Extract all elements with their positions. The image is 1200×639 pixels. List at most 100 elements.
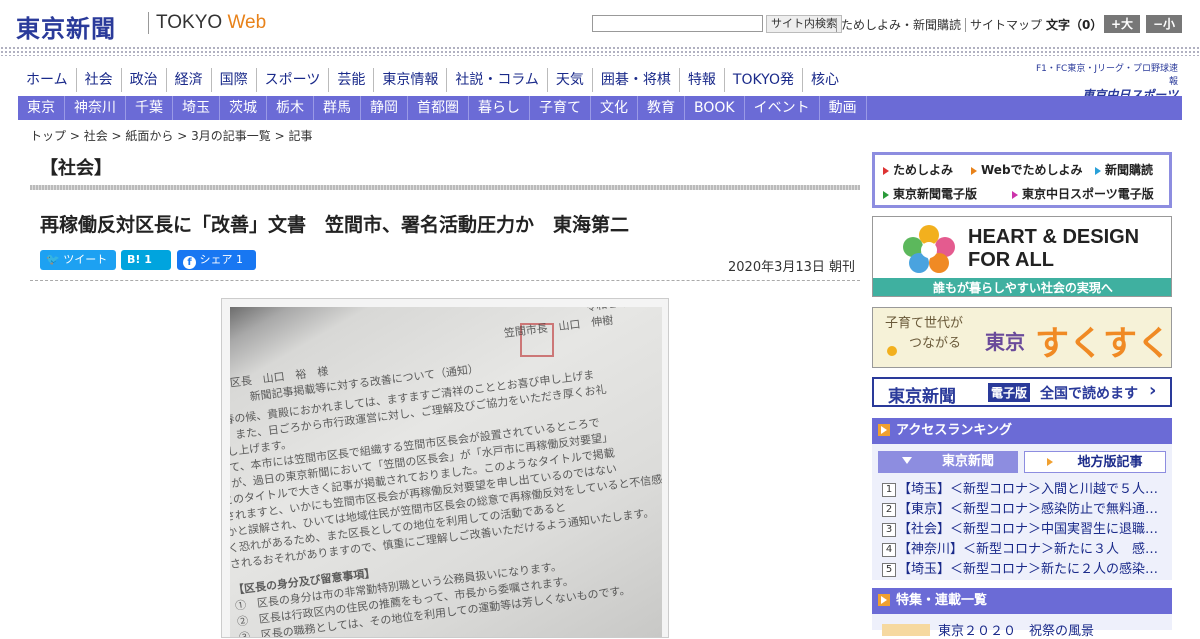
region-item-kosodate[interactable]: 子育て [530, 96, 591, 120]
nav-item-go-shogi[interactable]: 囲碁・将棋 [591, 68, 679, 92]
nav-item-weather[interactable]: 天気 [546, 68, 592, 92]
ranking-list: 1 【埼玉】＜新型コロナ＞入間と川越で５人… 2 【東京】＜新型コロナ＞感染防止で無… [882, 480, 1168, 580]
heart-design-caption: 誰もが暮らしやすい社会の実現へ [873, 278, 1171, 296]
site-header: 東京新聞 TOKYO Web サイト内検索 ためしよみ・新聞購読 サイトマップ 文… [0, 0, 1200, 46]
ranking-item[interactable]: 2 【東京】＜新型コロナ＞感染防止で無料通… [882, 500, 1168, 520]
tab-local-articles[interactable]: 地方版記事 [1024, 451, 1166, 473]
region-item-kanagawa[interactable]: 神奈川 [65, 96, 126, 120]
breadcrumb-society[interactable]: 社会 [84, 129, 108, 143]
breadcrumb: トップ > 社会 > 紙面から > 3月の記事一覧 > 記事 [30, 129, 313, 143]
facebook-icon: f [183, 256, 196, 269]
tab-tokyo-shimbun[interactable]: 東京新聞 [878, 451, 1018, 473]
quicklink-trial[interactable]: ためしよみ [883, 161, 953, 178]
ranking-item[interactable]: 4 【神奈川】＜新型コロナ＞新たに３人 感… [882, 540, 1168, 560]
quicklink-digital[interactable]: 東京新聞電子版 [883, 185, 977, 202]
nav-item-tokyo-info[interactable]: 東京情報 [373, 68, 446, 92]
facebook-share-button[interactable]: f シェア 1 [177, 250, 256, 270]
nav-item-tokyo-hatsu[interactable]: TOKYO発 [723, 68, 802, 92]
region-item-tokyo[interactable]: 東京 [18, 96, 65, 120]
region-item-kyoiku[interactable]: 教育 [638, 96, 685, 120]
nav-item-sports[interactable]: スポーツ [255, 68, 329, 92]
nav-item-kakushin[interactable]: 核心 [801, 68, 847, 92]
search-input[interactable] [592, 15, 763, 32]
search-button[interactable]: サイト内検索 [766, 15, 842, 33]
region-item-video[interactable]: 動画 [820, 96, 867, 120]
heart-design-banner[interactable]: HEART & DESIGN FOR ALL 誰もが暮らしやすい社会の実現へ [872, 216, 1172, 297]
nav-item-politics[interactable]: 政治 [120, 68, 166, 92]
breadcrumb-current: 記事 [288, 129, 313, 143]
sukusuku-brand-b: すくすく [1035, 324, 1171, 364]
font-size-label: 文字（0） [1046, 18, 1103, 32]
flower-icon [887, 346, 897, 356]
ranking-item[interactable]: 1 【埼玉】＜新型コロナ＞入間と川越で５人… [882, 480, 1168, 500]
sukusuku-tagline: 子育て世代が つながる [885, 316, 964, 351]
triangle-down-icon [901, 457, 912, 464]
article-category: 【社会】 [40, 158, 112, 179]
top-link-sitemap[interactable]: サイトマップ [965, 18, 1047, 32]
triangle-right-icon [1047, 458, 1054, 466]
region-item-saitama[interactable]: 埼玉 [173, 96, 220, 120]
font-smaller-button[interactable]: −小 [1146, 15, 1182, 33]
ranking-item[interactable]: 3 【社会】＜新型コロナ＞中国実習生に退職… [882, 520, 1168, 540]
nav-item-entertainment[interactable]: 芸能 [328, 68, 373, 92]
facebook-share-label: シェア 1 [199, 253, 244, 266]
sports-promo-tagline: F1・FC東京・Jリーグ・プロ野球速報 [1035, 64, 1178, 87]
site-logo[interactable]: 東京新聞 [16, 9, 116, 44]
header-dotted-divider [0, 46, 1200, 56]
breadcrumb-paper[interactable]: 紙面から [125, 129, 173, 143]
nav-item-economy[interactable]: 経済 [165, 68, 211, 92]
digital-edition-banner[interactable]: 東京新聞 電子版 全国で読めます › [872, 377, 1172, 407]
digital-text: 全国で読めます [1040, 386, 1138, 402]
region-item-shutoken[interactable]: 首都圏 [408, 96, 469, 120]
top-link-subscribe[interactable]: ためしよみ・新聞購読 [836, 18, 966, 32]
breadcrumb-top[interactable]: トップ [30, 129, 66, 143]
region-item-chiba[interactable]: 千葉 [126, 96, 173, 120]
hatena-bookmark-button[interactable]: B! 1 [121, 250, 171, 270]
font-larger-button[interactable]: +大 [1104, 15, 1140, 33]
triangle-icon [883, 166, 889, 175]
nav-item-tokuho[interactable]: 特報 [678, 68, 724, 92]
digital-tag: 電子版 [988, 383, 1031, 402]
article-meta-rule [30, 280, 860, 281]
nav-item-home[interactable]: ホーム [18, 68, 76, 92]
region-item-kurashi[interactable]: 暮らし [469, 96, 530, 120]
article-headline: 再稼働反対区長に「改善」文書 笠間市、署名活動圧力か 東海第二 [40, 214, 630, 236]
breadcrumb-month[interactable]: 3月の記事一覧 [191, 129, 271, 143]
region-item-event[interactable]: イベント [745, 96, 820, 120]
quicklink-chunichi-sports[interactable]: 東京中日スポーツ電子版 [1012, 185, 1154, 202]
ranking-item[interactable]: 5 【埼玉】＜新型コロナ＞新たに２人の感染… [882, 560, 1168, 580]
region-item-tochigi[interactable]: 栃木 [267, 96, 314, 120]
feature-thumbnail[interactable] [882, 624, 930, 636]
tweet-button[interactable]: 🐦 ツイート [40, 250, 116, 270]
region-item-ibaraki[interactable]: 茨城 [220, 96, 267, 120]
nav-item-editorial[interactable]: 社説・コラム [446, 68, 547, 92]
quicklink-web-trial[interactable]: Webでためしよみ [971, 161, 1083, 178]
article-date: 2020年3月13日 朝刊 [728, 260, 856, 275]
nav-item-society[interactable]: 社会 [75, 68, 121, 92]
features-title: 特集・連載一覧 [896, 593, 988, 608]
triangle-icon [883, 190, 889, 199]
sukusuku-banner[interactable]: 子育て世代が つながる 東京 すくすく [872, 307, 1172, 368]
bird-icon: 🐦 [46, 253, 60, 266]
triangle-icon [1012, 190, 1018, 199]
ranking-header: アクセスランキング [872, 418, 1172, 444]
region-item-book[interactable]: BOOK [685, 96, 745, 120]
triangle-icon [971, 166, 977, 175]
flower-logo-icon [903, 225, 955, 273]
document-photo: 令和２年１月笠間市長 山口 伸樹石１区長 山口 裕 様新聞記事掲載等に対する改善… [230, 307, 662, 637]
photographed-document: 令和２年１月笠間市長 山口 伸樹石１区長 山口 裕 様新聞記事掲載等に対する改善… [230, 307, 662, 637]
region-item-shizuoka[interactable]: 静岡 [361, 96, 408, 120]
nav-item-international[interactable]: 国際 [210, 68, 256, 92]
ranking-title: アクセスランキング [896, 423, 1012, 438]
article-photo[interactable]: 令和２年１月笠間市長 山口 伸樹石１区長 山口 裕 様新聞記事掲載等に対する改善… [221, 298, 669, 638]
quicklinks-box: ためしよみ Webでためしよみ 新聞購読 東京新聞電子版 東京中日スポーツ電子版 [872, 152, 1172, 208]
triangle-icon [1095, 166, 1101, 175]
quicklink-subscribe[interactable]: 新聞購読 [1095, 161, 1153, 178]
digital-brand: 東京新聞 [888, 387, 956, 407]
arrow-square-icon [878, 424, 890, 436]
top-links: ためしよみ・新聞購読 サイトマップ [836, 16, 1047, 33]
region-item-gunma[interactable]: 群馬 [314, 96, 361, 120]
site-logo-en[interactable]: TOKYO Web [156, 12, 266, 34]
region-item-bunka[interactable]: 文化 [591, 96, 638, 120]
heart-design-title: HEART & DESIGN FOR ALL [968, 226, 1140, 271]
